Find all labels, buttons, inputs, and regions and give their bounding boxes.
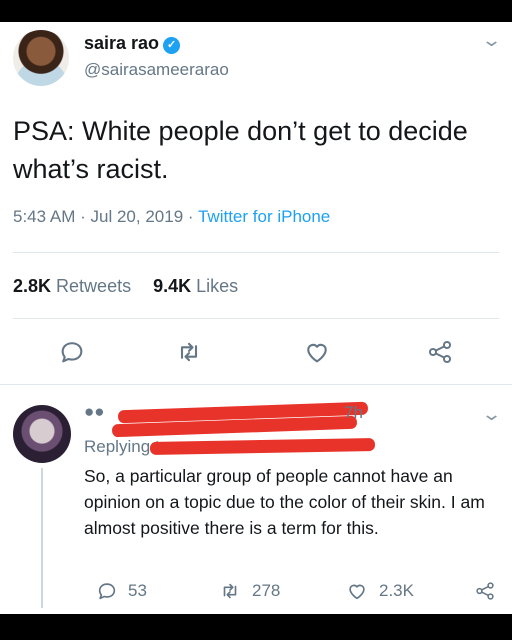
reply-time: 7h	[344, 403, 363, 422]
reply-reply-action[interactable]: 53	[96, 580, 147, 602]
redaction-scribble	[149, 438, 376, 455]
heart-icon[interactable]	[303, 338, 331, 366]
reply-share-action[interactable]	[474, 580, 506, 602]
divider	[13, 318, 499, 319]
chevron-down-icon[interactable]: ⌄	[481, 30, 502, 51]
chevron-down-icon[interactable]: ⌄	[481, 404, 502, 425]
reply-like-count: 2.3K	[379, 581, 414, 600]
likes-count: 9.4K	[153, 276, 192, 296]
heart-icon	[349, 584, 365, 600]
tweet-source-link[interactable]: Twitter for iPhone	[198, 207, 330, 226]
tweet-stats: 2.8K Retweets 9.4K Likes	[13, 276, 238, 297]
skull-icon: ●●	[84, 402, 105, 421]
reply-text: So, a particular group of people cannot …	[84, 466, 485, 538]
retweets-count: 2.8K	[13, 276, 52, 296]
share-icon[interactable]	[426, 338, 454, 366]
tweet-text: PSA: White people don’t get to decide wh…	[13, 116, 468, 184]
verified-badge-icon: ✓	[163, 37, 181, 54]
reply-retweet-action[interactable]: 278	[218, 580, 280, 602]
share-icon	[476, 582, 494, 600]
reply-icon[interactable]	[58, 338, 86, 366]
reply-reply-count: 53	[128, 581, 147, 600]
reply-author-redacted: ●●	[84, 402, 105, 422]
retweet-icon	[223, 583, 237, 599]
tweet-time: 5:43 AM	[13, 207, 76, 226]
reply-author-avatar[interactable]	[13, 405, 71, 463]
retweets-label: Retweets	[56, 276, 132, 296]
reply-icon	[98, 583, 116, 600]
likes-stat[interactable]: 9.4K Likes	[153, 276, 238, 296]
retweets-stat[interactable]: 2.8K Retweets	[13, 276, 131, 296]
meta-separator: ·	[80, 207, 86, 226]
reply-like-action[interactable]: 2.3K	[345, 580, 414, 602]
author-handle[interactable]: @sairasameerarao	[84, 60, 229, 80]
author-name[interactable]: saira rao ✓	[84, 33, 181, 54]
tweet-meta: 5:43 AM · Jul 20, 2019 · Twitter for iPh…	[13, 207, 330, 227]
bottom-black-bar	[0, 614, 512, 640]
divider	[13, 252, 499, 253]
tweet-actions	[0, 338, 512, 368]
retweet-icon[interactable]	[175, 338, 203, 366]
reply-actions: 53 278 2.3K	[0, 580, 512, 608]
author-name-text: saira rao	[84, 33, 160, 53]
reply-retweet-count: 278	[252, 581, 281, 600]
top-black-bar	[0, 0, 512, 22]
divider	[0, 384, 512, 385]
author-avatar[interactable]	[13, 30, 69, 86]
likes-label: Likes	[196, 276, 239, 296]
meta-separator: ·	[187, 207, 194, 226]
tweet-date: Jul 20, 2019	[90, 207, 184, 226]
